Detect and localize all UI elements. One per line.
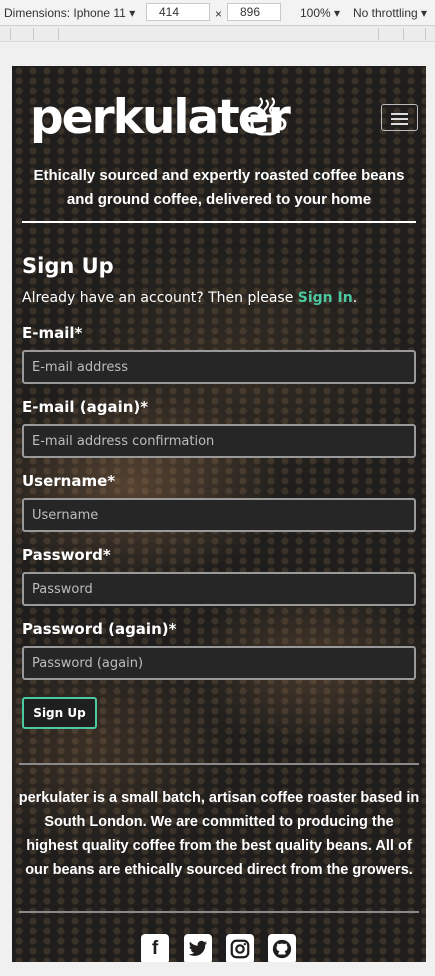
sign-up-button[interactable]: Sign Up: [22, 697, 97, 729]
email-label: E-mail*: [22, 324, 83, 342]
header-divider: [22, 221, 416, 223]
email-again-field[interactable]: [22, 424, 416, 458]
footer-divider-bottom: [19, 911, 419, 913]
throttling-label: No throttling: [353, 6, 418, 20]
zoom-label: 100%: [300, 6, 331, 20]
password-label: Password*: [22, 546, 111, 564]
width-input[interactable]: 414: [146, 3, 210, 21]
devtools-toolbar: Dimensions: Iphone 11 ▾ 414 × 896 100% ▾…: [0, 0, 435, 26]
coffee-cup-icon: [250, 97, 287, 136]
tagline: Ethically sourced and expertly roasted c…: [33, 167, 405, 208]
password-again-label: Password (again)*: [22, 620, 177, 638]
twitter-icon[interactable]: [184, 934, 212, 962]
email-field[interactable]: [22, 350, 416, 384]
height-input[interactable]: 896: [227, 3, 281, 21]
signin-prompt-text: Already have an account? Then please: [22, 290, 294, 306]
zoom-select[interactable]: 100% ▾: [300, 6, 340, 20]
throttling-select[interactable]: No throttling ▾: [353, 6, 427, 20]
username-label: Username*: [22, 472, 116, 490]
page-title: Sign Up: [22, 254, 114, 278]
signin-prompt: Already have an account? Then please Sig…: [22, 290, 357, 306]
email-again-label: E-mail (again)*: [22, 398, 149, 416]
media-query-ruler: [0, 26, 435, 42]
username-field[interactable]: [22, 498, 416, 532]
github-icon[interactable]: [268, 934, 296, 962]
menu-toggle-button[interactable]: [381, 104, 418, 131]
footer-divider-top: [19, 763, 419, 765]
signin-link[interactable]: Sign In: [298, 290, 353, 306]
about-text: perkulater is a small batch, artisan cof…: [18, 790, 420, 878]
instagram-icon[interactable]: [226, 934, 254, 962]
device-viewport: perkulater Ethically sourced and expertl…: [12, 66, 426, 962]
device-select[interactable]: Dimensions: Iphone 11 ▾: [4, 6, 135, 20]
facebook-icon[interactable]: f: [141, 934, 169, 962]
password-field[interactable]: [22, 572, 416, 606]
times-symbol: ×: [215, 7, 223, 21]
device-label: Dimensions: Iphone 11: [4, 6, 126, 20]
signin-period: .: [352, 290, 358, 306]
password-again-field[interactable]: [22, 646, 416, 680]
